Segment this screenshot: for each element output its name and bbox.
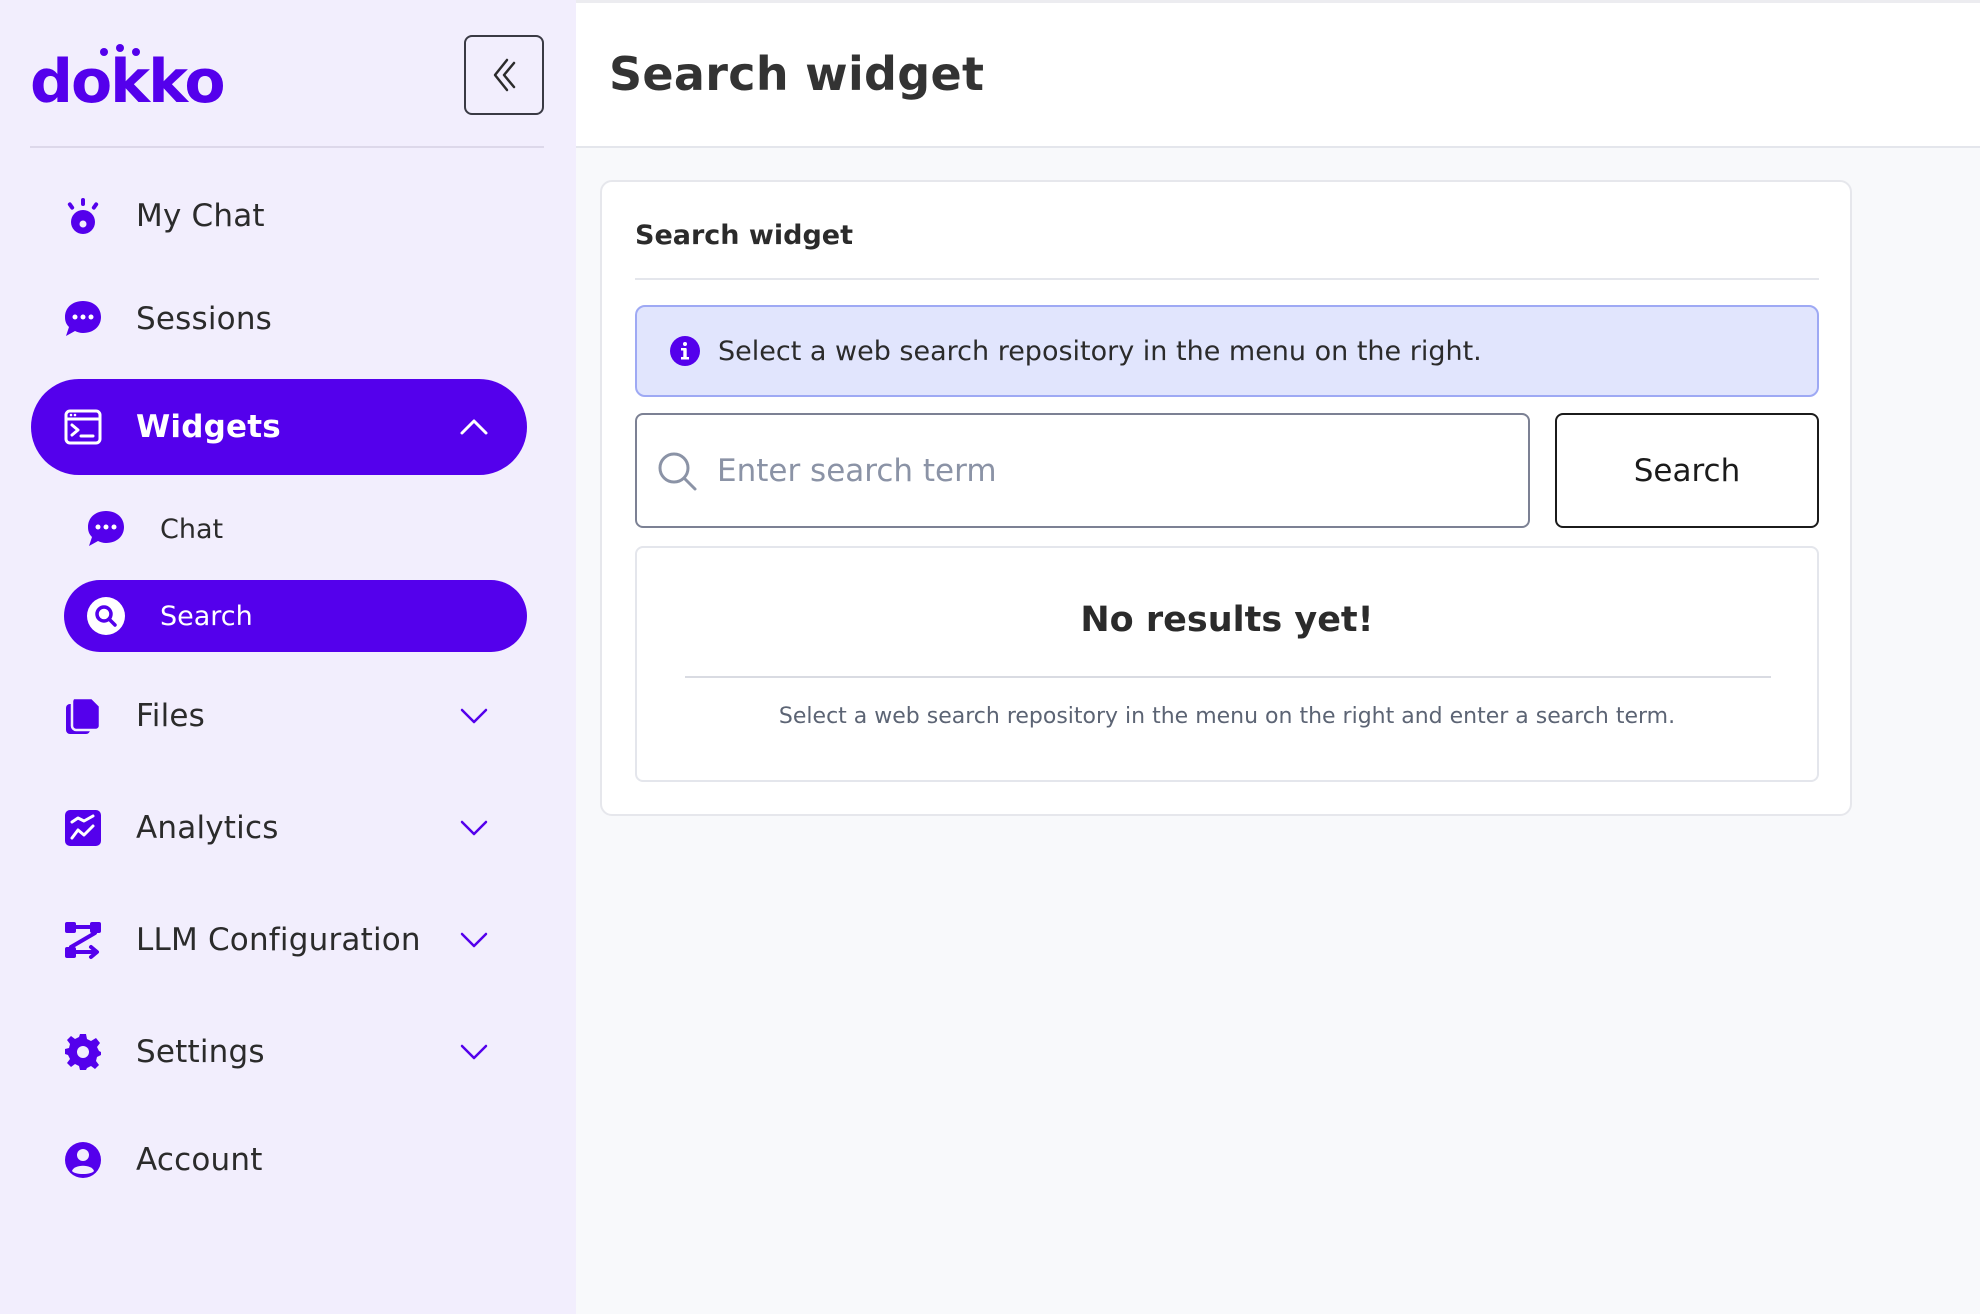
chart-icon <box>62 807 104 849</box>
sidebar-subitem-label: Search <box>160 600 253 632</box>
card-title: Search widget <box>635 220 853 251</box>
chevron-down-icon <box>460 932 488 948</box>
sidebar-item-sessions[interactable]: Sessions <box>31 271 527 367</box>
chevrons-left-icon <box>493 58 516 92</box>
user-circle-icon <box>62 1139 104 1181</box>
chevron-up-icon <box>460 419 488 435</box>
sidebar-item-label: Files <box>136 698 206 734</box>
empty-state-title: No results yet! <box>1080 600 1374 640</box>
documents-icon <box>62 695 104 737</box>
sidebar-item-files[interactable]: Files <box>31 668 527 764</box>
sidebar-item-llm-configuration[interactable]: LLM Configuration <box>31 892 527 988</box>
info-icon <box>670 336 700 366</box>
collapse-sidebar-button[interactable] <box>464 35 544 115</box>
workflow-icon <box>62 919 104 961</box>
sidebar-item-settings[interactable]: Settings <box>31 1004 527 1100</box>
sidebar-item-label: LLM Configuration <box>136 922 421 958</box>
search-circle-icon <box>86 596 126 636</box>
sidebar-item-label: Widgets <box>136 409 281 445</box>
sidebar-subitem-label: Chat <box>160 513 224 545</box>
chat-bubble-icon <box>86 509 126 549</box>
chevron-down-icon <box>460 708 488 724</box>
sidebar-divider <box>30 146 544 148</box>
search-widget-card: Search widget Select a web search reposi… <box>600 180 1852 816</box>
chevron-down-icon <box>460 1044 488 1060</box>
dokko-mascot-icon <box>62 195 104 237</box>
logo-text: dokko <box>30 47 224 108</box>
sidebar-item-widgets[interactable]: Widgets <box>31 379 527 475</box>
results-panel: No results yet! Select a web search repo… <box>635 546 1819 782</box>
chat-bubble-icon <box>62 298 104 340</box>
search-icon <box>658 452 697 490</box>
search-button[interactable]: Search <box>1555 413 1819 528</box>
empty-state-message: Select a web search repository in the me… <box>778 704 1676 729</box>
sidebar-item-label: Settings <box>136 1034 265 1070</box>
sidebar-item-my-chat[interactable]: My Chat <box>31 168 527 264</box>
chevron-down-icon <box>460 820 488 836</box>
sidebar-subitem-chat[interactable]: Chat <box>64 493 527 565</box>
sidebar: dokko My Chat Sessions Widgets Chat Sear… <box>0 0 576 1314</box>
page-title: Search widget <box>609 47 985 101</box>
sidebar-item-label: Analytics <box>136 810 279 846</box>
gear-icon <box>62 1031 104 1073</box>
dokko-logo[interactable]: dokko <box>30 44 236 108</box>
terminal-window-icon <box>62 406 104 448</box>
card-divider <box>635 278 1819 280</box>
search-input[interactable] <box>717 415 1507 526</box>
sidebar-item-label: Sessions <box>136 301 273 337</box>
page-header: Search widget <box>576 0 1980 148</box>
info-message: Select a web search repository in the me… <box>718 335 1482 367</box>
sidebar-item-account[interactable]: Account <box>31 1112 527 1208</box>
sidebar-item-analytics[interactable]: Analytics <box>31 780 527 876</box>
search-field[interactable] <box>635 413 1530 528</box>
results-divider <box>685 676 1771 678</box>
sidebar-item-label: Account <box>136 1142 263 1178</box>
sidebar-subitem-search[interactable]: Search <box>64 580 527 652</box>
sidebar-item-label: My Chat <box>136 198 265 234</box>
info-alert: Select a web search repository in the me… <box>635 305 1819 397</box>
